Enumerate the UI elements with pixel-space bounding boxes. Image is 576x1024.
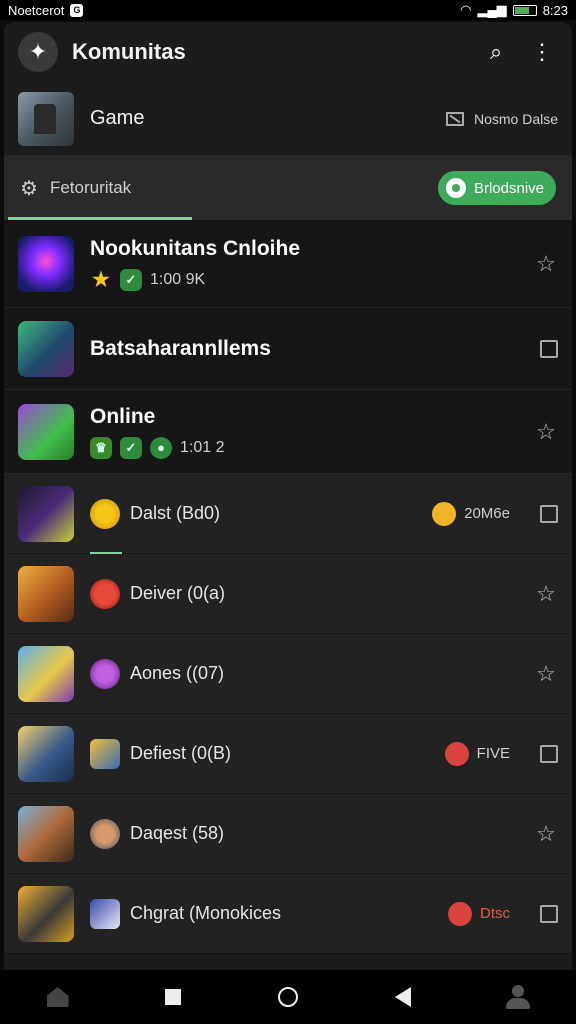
category-label: Dalst (Bd0) bbox=[130, 503, 221, 523]
category-icon bbox=[90, 498, 120, 529]
profile-nav-button[interactable] bbox=[498, 977, 538, 1017]
favorite-star-icon[interactable]: ☆ bbox=[534, 582, 558, 606]
app-window: ✦ Komunitas ⌕ ⋮ Game Nosmo Dalse ⚙ Fetor… bbox=[4, 22, 572, 970]
item-title: Nookunitans Cnloihe bbox=[90, 236, 300, 260]
category-item[interactable]: Deiver (0(a) ☆ bbox=[4, 554, 572, 634]
community-thumbnail bbox=[18, 403, 74, 460]
app-logo-icon[interactable]: ✦ bbox=[18, 32, 58, 72]
favorite-star-icon[interactable]: ☆ bbox=[534, 252, 558, 276]
item-title: Online bbox=[90, 404, 156, 428]
community-thumbnail bbox=[18, 320, 74, 377]
select-checkbox[interactable] bbox=[540, 744, 558, 763]
search-icon[interactable]: ⌕ bbox=[480, 36, 512, 68]
back-button[interactable] bbox=[383, 977, 423, 1017]
circle-home-icon bbox=[277, 987, 298, 1007]
featured-list: Nookunitans Cnloihe ★ ✓ 1:00 9K ☆ Batsah… bbox=[4, 220, 572, 474]
verified-badge-icon: ✓ bbox=[120, 268, 142, 291]
shield-tag-icon bbox=[444, 741, 469, 766]
home-nav-button[interactable] bbox=[38, 977, 78, 1017]
game-title: Game bbox=[90, 107, 145, 129]
battery-icon bbox=[512, 4, 537, 16]
category-thumbnail bbox=[18, 485, 74, 542]
tag-label: 20M6e bbox=[464, 505, 510, 522]
game-header-row[interactable]: Game Nosmo Dalse bbox=[4, 82, 572, 156]
category-item[interactable]: Defiest (0(B) FIVE bbox=[4, 714, 572, 794]
category-label: Defiest (0(B) bbox=[130, 743, 232, 763]
bottom-nav-bar bbox=[0, 970, 576, 1024]
category-label: Chgrat (Monokices bbox=[130, 903, 282, 923]
category-icon bbox=[90, 658, 120, 689]
filter-bar: ⚙ Fetoruritak Brlodsnive bbox=[4, 156, 572, 220]
category-thumbnail bbox=[18, 805, 74, 862]
category-list: Dalst (Bd0) 20M6e Deiver (0(a) ☆ Aones (… bbox=[4, 474, 572, 954]
category-thumbnail bbox=[18, 725, 74, 782]
category-item[interactable]: Daqest (58) ☆ bbox=[4, 794, 572, 874]
star-badge-icon: ★ bbox=[92, 269, 110, 291]
category-thumbnail bbox=[18, 645, 74, 702]
community-thumbnail bbox=[18, 235, 74, 292]
emoji-tag-icon bbox=[432, 501, 457, 526]
favorite-star-icon[interactable]: ☆ bbox=[534, 420, 558, 444]
category-icon bbox=[90, 818, 120, 849]
wifi-icon: ◠ bbox=[460, 2, 472, 17]
tag-label: Dtsc bbox=[480, 905, 510, 922]
more-menu-icon[interactable]: ⋮ bbox=[526, 36, 558, 68]
member-count: 1:00 9K bbox=[150, 270, 206, 288]
category-label: Daqest (58) bbox=[130, 823, 225, 843]
category-icon bbox=[90, 738, 120, 769]
status-pill-label: Brlodsnive bbox=[473, 179, 544, 197]
select-checkbox[interactable] bbox=[540, 339, 558, 358]
category-label: Aones ((07) bbox=[130, 663, 225, 683]
signal-icon: ▂▄▆ bbox=[477, 2, 507, 17]
category-thumbnail bbox=[18, 885, 74, 942]
clock: 8:23 bbox=[542, 2, 568, 18]
featured-item[interactable]: Batsaharannllems bbox=[4, 308, 572, 390]
item-title: Batsaharannllems bbox=[90, 336, 271, 360]
game-thumbnail bbox=[18, 91, 74, 146]
recents-button[interactable] bbox=[153, 977, 193, 1017]
category-thumbnail bbox=[18, 565, 74, 622]
category-item[interactable]: Dalst (Bd0) 20M6e bbox=[4, 474, 572, 554]
category-icon bbox=[90, 578, 120, 609]
status-bar: Noetcerot G ◠ ▂▄▆ 8:23 bbox=[0, 0, 576, 20]
game-right-label: Nosmo Dalse bbox=[473, 110, 558, 127]
favorite-star-icon[interactable]: ☆ bbox=[534, 822, 558, 846]
category-item[interactable]: Aones ((07) ☆ bbox=[4, 634, 572, 714]
app-bar: ✦ Komunitas ⌕ ⋮ bbox=[4, 22, 572, 82]
status-pill-button[interactable]: Brlodsnive bbox=[437, 171, 556, 205]
page-title: Komunitas bbox=[72, 39, 186, 64]
featured-item[interactable]: Online ♛ ✓ ● 1:01 2 ☆ bbox=[4, 390, 572, 474]
back-arrow-icon bbox=[395, 987, 412, 1007]
tag-label: FIVE bbox=[476, 745, 510, 762]
select-checkbox[interactable] bbox=[540, 504, 558, 523]
verified-badge-icon: ✓ bbox=[120, 436, 142, 459]
home-icon bbox=[46, 987, 69, 1007]
featured-item[interactable]: Nookunitans Cnloihe ★ ✓ 1:00 9K ☆ bbox=[4, 220, 572, 308]
select-checkbox[interactable] bbox=[540, 904, 558, 923]
shield-tag-icon bbox=[448, 901, 472, 926]
person-icon bbox=[505, 985, 531, 1009]
chat-badge-icon: ● bbox=[150, 436, 172, 459]
carrier-label: Noetcerot bbox=[8, 2, 65, 18]
gear-icon[interactable]: ⚙ bbox=[20, 176, 38, 201]
image-icon bbox=[445, 111, 464, 126]
crown-badge-icon: ♛ bbox=[90, 436, 112, 459]
category-item[interactable]: Chgrat (Monokices Dtsc bbox=[4, 874, 572, 954]
home-button[interactable] bbox=[268, 977, 308, 1017]
chat-bubble-icon bbox=[445, 178, 466, 198]
category-label: Deiver (0(a) bbox=[130, 583, 226, 603]
member-count: 1:01 2 bbox=[180, 438, 225, 456]
favorite-star-icon[interactable]: ☆ bbox=[534, 662, 558, 686]
notification-badge-icon: G bbox=[70, 3, 84, 17]
category-icon bbox=[90, 898, 120, 929]
recents-icon bbox=[164, 989, 181, 1005]
filter-tab-label[interactable]: Fetoruritak bbox=[50, 178, 426, 198]
